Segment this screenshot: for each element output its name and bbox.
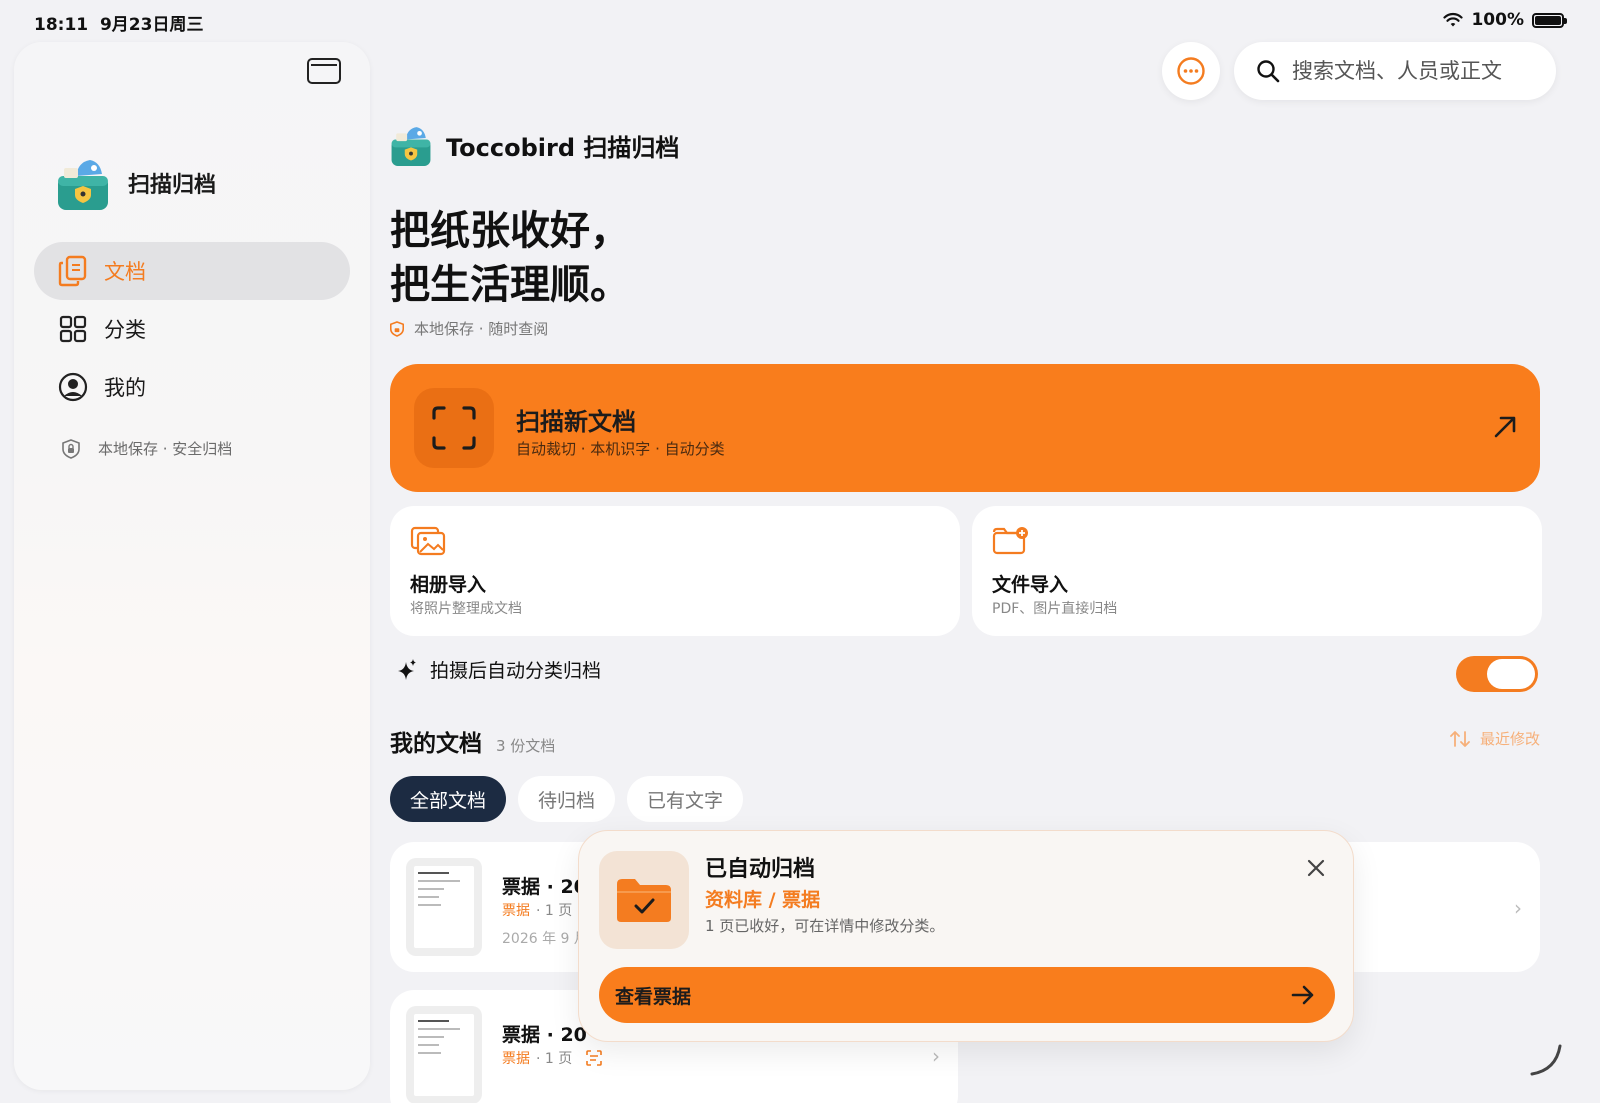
filter-chips: 全部文档 待归档 已有文字 (390, 776, 744, 822)
document-tag: 票据 (502, 1051, 530, 1067)
status-bar: 18:11 9月23日周三 100% (0, 0, 1600, 40)
document-meta: 票据 · 1 页 (502, 900, 572, 920)
arrow-up-right-icon (1494, 416, 1516, 438)
photo-import-card[interactable]: 相册导入 将照片整理成文档 (390, 506, 960, 636)
shield-lock-icon (390, 320, 404, 337)
filter-chip-has-text[interactable]: 已有文字 (627, 776, 744, 822)
import-title: 文件导入 (992, 574, 1069, 596)
filter-chip-pending[interactable]: 待归档 (518, 776, 616, 822)
sparkle-icon (398, 658, 416, 680)
chevron-right-icon: › (932, 1044, 940, 1068)
battery-icon (1532, 12, 1567, 28)
scan-subtitle: 自动裁切 · 本机识字 · 自动分类 (516, 440, 725, 458)
photo-album-icon (410, 526, 446, 556)
document-title: 票据 · 20 (502, 876, 587, 898)
sidebar-item-label: 文档 (104, 260, 146, 284)
status-time: 18:11 9月23日周三 (34, 15, 204, 35)
sort-button[interactable]: 最近修改 (1450, 728, 1540, 749)
close-icon[interactable] (1305, 857, 1327, 879)
document-thumbnail (406, 858, 482, 956)
grid-icon (58, 314, 88, 344)
sidebar-item-profile[interactable]: 我的 (34, 358, 350, 416)
sidebar-item-documents[interactable]: 文档 (34, 242, 350, 300)
document-thumbnail (406, 1006, 482, 1103)
documents-count: 3 份文档 (496, 737, 556, 755)
search-icon (1257, 60, 1280, 83)
document-title: 票据 · 20 (502, 1024, 587, 1046)
toast-title: 已自动归档 (705, 857, 816, 882)
import-subtitle: PDF、图片直接归档 (992, 601, 1118, 617)
scan-frame-icon (414, 388, 494, 468)
document-pages: · 1 页 (536, 903, 573, 919)
arrow-right-icon (1291, 985, 1314, 1005)
headline: 把纸张收好， 把生活理顺。 (390, 208, 630, 308)
document-date: 2026 年 9 月 (502, 931, 588, 947)
app-logo-icon (391, 127, 431, 166)
sort-icon (1450, 730, 1470, 747)
document-pages: · 1 页 (536, 1051, 573, 1067)
more-icon (1177, 57, 1205, 85)
more-button[interactable] (1162, 42, 1220, 100)
sidebar-nav: 文档 分类 我的 (34, 242, 350, 416)
text-recognized-icon (586, 1050, 603, 1066)
app-title-text: Toccobird 扫描归档 (446, 133, 680, 162)
chevron-right-icon: › (1514, 896, 1522, 920)
search-input[interactable] (1292, 59, 1532, 83)
profile-icon (58, 372, 88, 402)
shield-lock-icon (62, 438, 80, 459)
documents-icon (58, 255, 88, 287)
search-bar[interactable] (1234, 42, 1556, 100)
documents-header: 我的文档 3 份文档 (390, 724, 555, 758)
documents-title: 我的文档 (390, 731, 482, 757)
sidebar-item-categories[interactable]: 分类 (34, 300, 350, 358)
sidebar-item-label: 我的 (104, 376, 146, 400)
auto-archived-toast: 已自动归档 资料库 / 票据 1 页已收好，可在详情中修改分类。 查看票据 (578, 830, 1354, 1042)
toast-description: 1 页已收好，可在详情中修改分类。 (705, 917, 945, 935)
wifi-icon (1443, 12, 1464, 27)
import-subtitle: 将照片整理成文档 (410, 601, 522, 617)
sidebar-item-label: 分类 (104, 318, 146, 342)
toast-path: 资料库 / 票据 (705, 889, 821, 911)
brand: 扫描归档 (56, 154, 216, 212)
resize-handle-icon (1530, 1044, 1562, 1076)
header-subnote: 本地保存 · 随时查阅 (390, 318, 548, 339)
status-right: 100% (1443, 10, 1567, 30)
brand-name: 扫描归档 (128, 173, 217, 198)
app-logo-icon (58, 160, 108, 210)
scan-new-document-card[interactable]: 扫描新文档 自动裁切 · 本机识字 · 自动分类 (390, 364, 1540, 492)
sidebar: 扫描归档 文档 分类 我的 本地保存 · 安全归档 (14, 42, 370, 1090)
view-receipt-button[interactable]: 查看票据 (599, 967, 1335, 1023)
import-title: 相册导入 (410, 574, 487, 596)
folder-add-icon (992, 527, 1028, 555)
document-meta: 票据 · 1 页 (502, 1048, 603, 1068)
auto-classify-toggle[interactable] (1456, 656, 1538, 692)
file-import-card[interactable]: 文件导入 PDF、图片直接归档 (972, 506, 1542, 636)
battery-percent: 100% (1471, 10, 1524, 30)
app-title: Toccobird 扫描归档 (390, 122, 679, 168)
filter-chip-all[interactable]: 全部文档 (390, 776, 507, 822)
sidebar-note: 本地保存 · 安全归档 (62, 438, 232, 459)
scan-title: 扫描新文档 (516, 408, 636, 436)
auto-classify-row: 拍摄后自动分类归档 (396, 656, 601, 683)
folder-check-icon (599, 851, 689, 949)
sidebar-toggle-icon[interactable] (307, 58, 341, 84)
document-tag: 票据 (502, 903, 530, 919)
